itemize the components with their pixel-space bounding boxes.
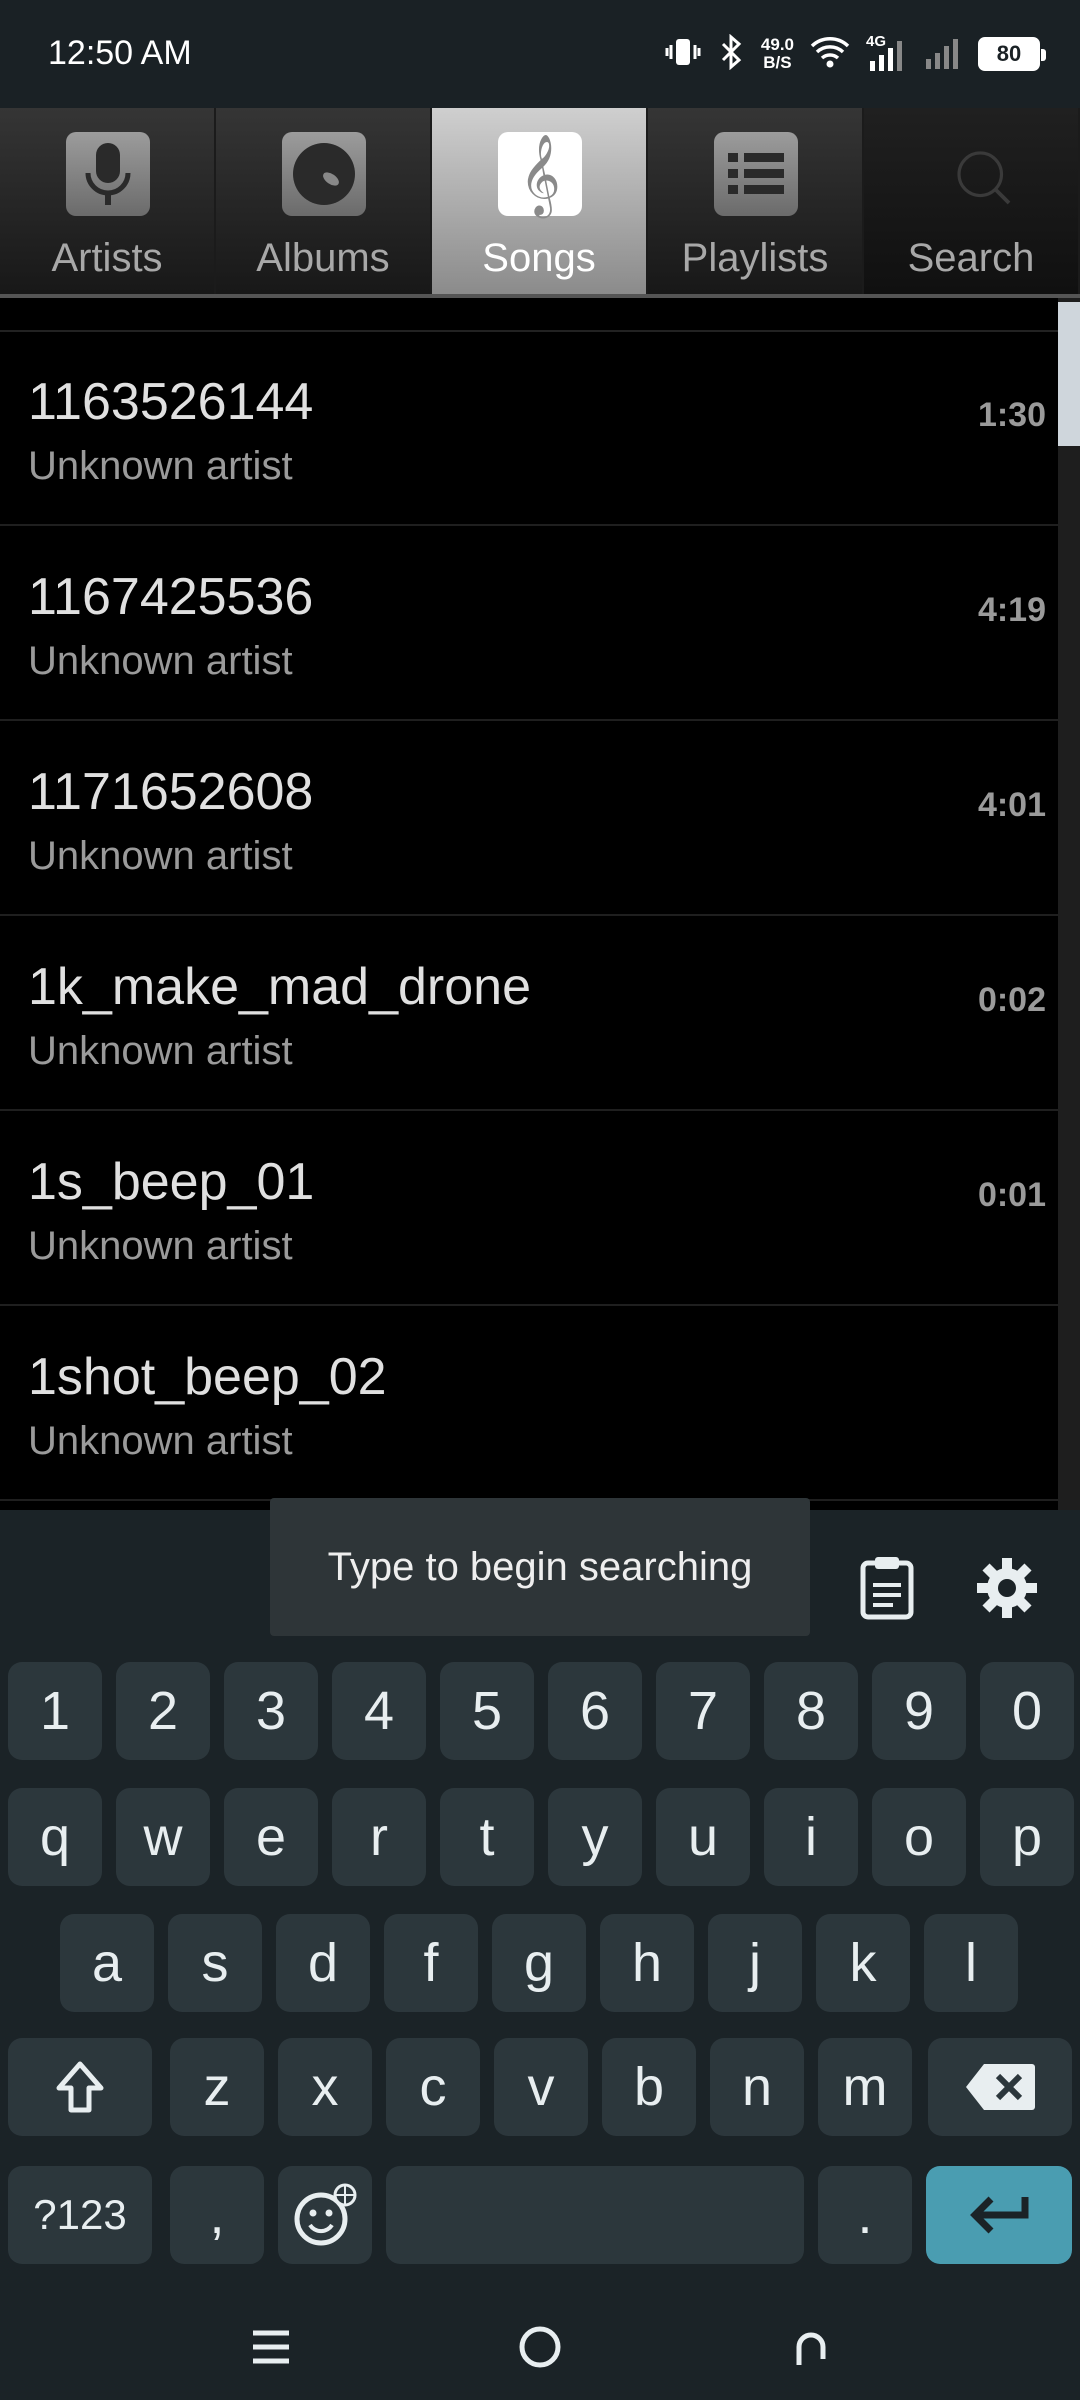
key-e[interactable]: e (224, 1788, 318, 1886)
song-row[interactable]: 1k_make_mad_drone Unknown artist 0:02 (0, 917, 1058, 1111)
song-title: 1167425536 (28, 568, 314, 626)
key-9[interactable]: 9 (872, 1662, 966, 1760)
key-8[interactable]: 8 (764, 1662, 858, 1760)
key-r[interactable]: r (332, 1788, 426, 1886)
disc-icon (282, 132, 366, 216)
emoji-key[interactable] (278, 2166, 372, 2264)
key-v[interactable]: v (494, 2038, 588, 2136)
song-row[interactable]: 1163526144 Unknown artist 1:30 (0, 332, 1058, 526)
bluetooth-icon (717, 33, 745, 75)
key-k[interactable]: k (816, 1914, 910, 2012)
key-5[interactable]: 5 (440, 1662, 534, 1760)
search-icon (930, 132, 1014, 216)
signal-icon-2 (922, 35, 962, 74)
song-duration: 0:01 (977, 1176, 1046, 1214)
key-f[interactable]: f (384, 1914, 478, 2012)
song-artist: Unknown artist (28, 1224, 293, 1268)
song-artist: Unknown artist (28, 1029, 293, 1073)
song-title: 1shot_beep_02 (28, 1348, 387, 1406)
song-list[interactable]: 1163526144 Unknown artist 1:30 116742553… (0, 298, 1058, 1510)
vibrate-icon (665, 34, 701, 75)
key-0[interactable]: 0 (980, 1662, 1074, 1760)
battery-icon: 80 (978, 37, 1046, 71)
signal-icon: 4G (866, 33, 906, 71)
song-duration: 4:01 (977, 786, 1046, 824)
key-q[interactable]: q (8, 1788, 102, 1886)
song-title: 1s_beep_01 (28, 1153, 315, 1211)
clipboard-icon[interactable] (852, 1548, 922, 1628)
menu-icon[interactable] (236, 2312, 306, 2382)
song-duration: 1:30 (977, 396, 1046, 434)
gear-icon[interactable] (972, 1548, 1042, 1628)
key-z[interactable]: z (170, 2038, 264, 2136)
key-4[interactable]: 4 (332, 1662, 426, 1760)
symbols-key[interactable]: ?123 (8, 2166, 152, 2264)
key-w[interactable]: w (116, 1788, 210, 1886)
key-h[interactable]: h (600, 1914, 694, 2012)
key-7[interactable]: 7 (656, 1662, 750, 1760)
key-6[interactable]: 6 (548, 1662, 642, 1760)
tab-songs[interactable]: 𝄞 Songs (432, 108, 648, 294)
enter-key[interactable] (926, 2166, 1072, 2264)
scrollbar[interactable] (1058, 298, 1080, 1510)
net-speed: 49.0 B/S (760, 35, 794, 72)
space-key[interactable] (386, 2166, 804, 2264)
song-row[interactable]: 1167425536 Unknown artist 4:19 (0, 527, 1058, 721)
microphone-icon (66, 132, 150, 216)
song-row[interactable]: 1s_beep_01 Unknown artist 0:01 (0, 1112, 1058, 1306)
tab-artists[interactable]: Artists (0, 108, 216, 294)
song-title: 1163526144 (28, 373, 314, 431)
scrollbar-thumb[interactable] (1058, 302, 1080, 446)
song-row[interactable]: 1171652608 Unknown artist 4:01 (0, 722, 1058, 916)
song-title: 1k_make_mad_drone (28, 958, 531, 1016)
key-n[interactable]: n (710, 2038, 804, 2136)
navigation-bar (0, 2290, 1080, 2400)
key-m[interactable]: m (818, 2038, 912, 2136)
key-2[interactable]: 2 (116, 1662, 210, 1760)
song-artist: Unknown artist (28, 1419, 293, 1463)
toast-message: Type to begin searching (270, 1498, 810, 1636)
song-artist: Unknown artist (28, 639, 293, 683)
screen: 12:50 AM 49.0 B/S 4G 80 Artists Albums 𝄞… (0, 0, 1080, 2400)
status-icons: 49.0 B/S 4G 80 (665, 30, 1046, 78)
tab-bar: Artists Albums 𝄞 Songs Playlists Search (0, 108, 1080, 298)
key-3[interactable]: 3 (224, 1662, 318, 1760)
shift-key[interactable] (8, 2038, 152, 2136)
key-g[interactable]: g (492, 1914, 586, 2012)
comma-key[interactable]: , (170, 2166, 264, 2264)
song-row[interactable]: 1shot_beep_02 Unknown artist (0, 1307, 1058, 1501)
back-icon[interactable] (776, 2312, 846, 2382)
key-b[interactable]: b (602, 2038, 696, 2136)
key-d[interactable]: d (276, 1914, 370, 2012)
key-j[interactable]: j (708, 1914, 802, 2012)
key-i[interactable]: i (764, 1788, 858, 1886)
key-x[interactable]: x (278, 2038, 372, 2136)
backspace-key[interactable] (928, 2038, 1072, 2136)
tab-albums[interactable]: Albums (216, 108, 432, 294)
key-p[interactable]: p (980, 1788, 1074, 1886)
key-t[interactable]: t (440, 1788, 534, 1886)
key-a[interactable]: a (60, 1914, 154, 2012)
tab-search[interactable]: Search (864, 108, 1080, 294)
song-title: 1171652608 (28, 763, 314, 821)
list-icon (714, 132, 798, 216)
status-bar: 12:50 AM 49.0 B/S 4G 80 (0, 0, 1080, 108)
song-artist: Unknown artist (28, 444, 293, 488)
key-c[interactable]: c (386, 2038, 480, 2136)
key-y[interactable]: y (548, 1788, 642, 1886)
wifi-icon (810, 35, 850, 74)
key-1[interactable]: 1 (8, 1662, 102, 1760)
song-duration: 4:19 (977, 591, 1046, 629)
treble-clef-icon: 𝄞 (498, 132, 582, 216)
key-s[interactable]: s (168, 1914, 262, 2012)
song-duration: 0:02 (977, 981, 1046, 1019)
key-u[interactable]: u (656, 1788, 750, 1886)
song-artist: Unknown artist (28, 834, 293, 878)
status-time: 12:50 AM (48, 34, 192, 72)
tab-playlists[interactable]: Playlists (648, 108, 864, 294)
key-o[interactable]: o (872, 1788, 966, 1886)
period-key[interactable]: . (818, 2166, 912, 2264)
key-l[interactable]: l (924, 1914, 1018, 2012)
home-icon[interactable] (505, 2312, 575, 2382)
